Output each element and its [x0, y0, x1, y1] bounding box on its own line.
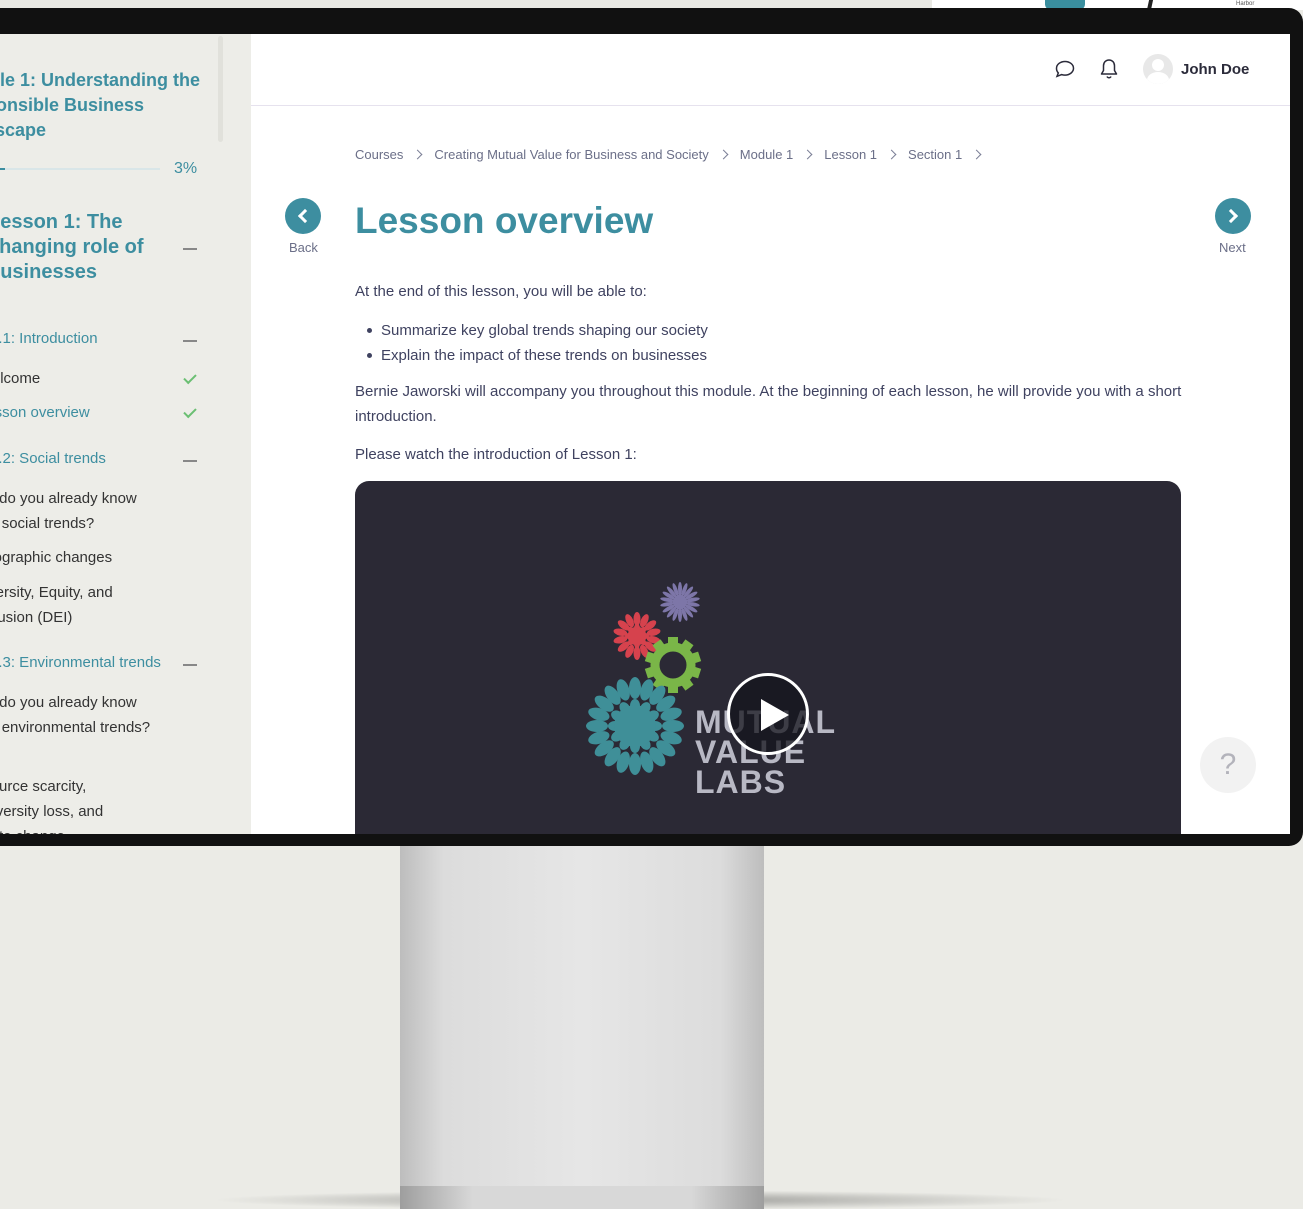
background-caption: Harbor	[1236, 1, 1255, 7]
logo-petal	[586, 720, 608, 732]
breadcrumb-lesson[interactable]: Lesson 1	[824, 147, 877, 162]
avatar[interactable]	[1143, 54, 1173, 84]
logo-petal	[629, 677, 641, 699]
play-button[interactable]	[727, 673, 809, 755]
next-label[interactable]: Next	[1219, 240, 1246, 255]
chevron-right-icon	[971, 149, 982, 160]
back-button[interactable]	[285, 198, 321, 234]
breadcrumb-course[interactable]: Creating Mutual Value for Business and S…	[434, 147, 708, 162]
section-social-trends[interactable]: 1.2: Social trends	[0, 450, 180, 467]
section-introduction[interactable]: 1.1: Introduction	[0, 330, 180, 347]
mutual-value-labs-logo	[586, 582, 702, 775]
progress-fill	[0, 168, 5, 170]
progress-label: 3%	[174, 160, 198, 177]
breadcrumb-module[interactable]: Module 1	[740, 147, 793, 162]
objective-item: Summarize key global trends shaping our …	[365, 318, 708, 343]
watch-prompt: Please watch the introduction of Lesson …	[355, 446, 637, 463]
sidebar-item-environmental-quiz[interactable]: What do you already know about environme…	[0, 690, 170, 740]
module-title[interactable]: Module 1: Understanding the Responsible …	[0, 68, 202, 143]
check-icon	[183, 370, 197, 385]
chevron-right-icon	[718, 149, 729, 160]
chevron-right-icon	[412, 149, 423, 160]
objective-item: Explain the impact of these trends on bu…	[365, 343, 708, 368]
logo-petal	[662, 720, 684, 732]
sidebar-item-dei[interactable]: Diversity, Equity, and Inclusion (DEI)	[0, 580, 154, 630]
logo-gear-tooth	[668, 684, 678, 693]
logo-petal	[629, 753, 641, 775]
learning-objectives: Summarize key global trends shaping our …	[365, 318, 708, 368]
course-sidebar: Module 1: Understanding the Responsible …	[0, 34, 251, 834]
chevron-right-icon	[802, 149, 813, 160]
monitor-frame: Module 1: Understanding the Responsible …	[0, 8, 1303, 846]
video-player[interactable]: MUTUAL VALUE LABS	[355, 481, 1181, 834]
logo-petal	[678, 582, 682, 596]
logo-gear-tooth	[668, 637, 678, 646]
section-environmental-trends[interactable]: 1.3: Environmental trends	[0, 654, 180, 671]
sidebar-item-lesson-overview[interactable]: Lesson overview	[0, 400, 178, 425]
logo-hub	[614, 705, 656, 747]
user-name[interactable]: John Doe	[1181, 61, 1249, 78]
lesson-intro: At the end of this lesson, you will be a…	[355, 283, 647, 300]
collapse-section-icon[interactable]	[183, 664, 197, 666]
help-button[interactable]: ?	[1200, 737, 1256, 793]
page-title: Lesson overview	[355, 200, 654, 241]
breadcrumb-courses[interactable]: Courses	[355, 147, 403, 162]
logo-petal	[678, 608, 682, 622]
sidebar-item-social-quiz[interactable]: What do you already know about social tr…	[0, 486, 170, 536]
logo-hub	[627, 626, 647, 646]
collapse-lesson-icon[interactable]	[183, 248, 197, 250]
monitor-stand-base	[400, 1186, 764, 1209]
breadcrumb: Courses Creating Mutual Value for Busine…	[355, 147, 993, 162]
sidebar-scrollbar[interactable]	[218, 36, 223, 142]
sidebar-item-welcome[interactable]: Welcome	[0, 366, 178, 391]
collapse-section-icon[interactable]	[183, 340, 197, 342]
logo-gear-ring	[650, 642, 696, 688]
collapse-section-icon[interactable]	[183, 460, 197, 462]
breadcrumb-section[interactable]: Section 1	[908, 147, 962, 162]
logo-petal	[633, 612, 641, 626]
chevron-right-icon	[1223, 208, 1239, 224]
next-button[interactable]	[1215, 198, 1251, 234]
chevron-right-icon	[886, 149, 897, 160]
progress-bar	[0, 168, 160, 170]
bell-icon[interactable]	[1099, 58, 1119, 80]
screen: Module 1: Understanding the Responsible …	[0, 34, 1290, 834]
chevron-left-icon	[297, 208, 313, 224]
check-icon	[183, 404, 197, 419]
lesson-paragraph: Bernie Jaworski will accompany you throu…	[355, 383, 1182, 425]
sidebar-item-demographic-changes[interactable]: Demographic changes	[0, 545, 162, 570]
monitor-stand	[400, 846, 764, 1186]
sidebar-item-resource-scarcity[interactable]: Resource scarcity, biodiversity loss, an…	[0, 774, 144, 834]
back-label[interactable]: Back	[289, 240, 318, 255]
lesson-title[interactable]: Lesson 1: The changing role of businesse…	[0, 210, 168, 285]
logo-petal	[633, 646, 641, 660]
chat-icon[interactable]	[1055, 60, 1075, 78]
logo-hub	[672, 594, 688, 610]
top-header: John Doe	[251, 34, 1290, 106]
